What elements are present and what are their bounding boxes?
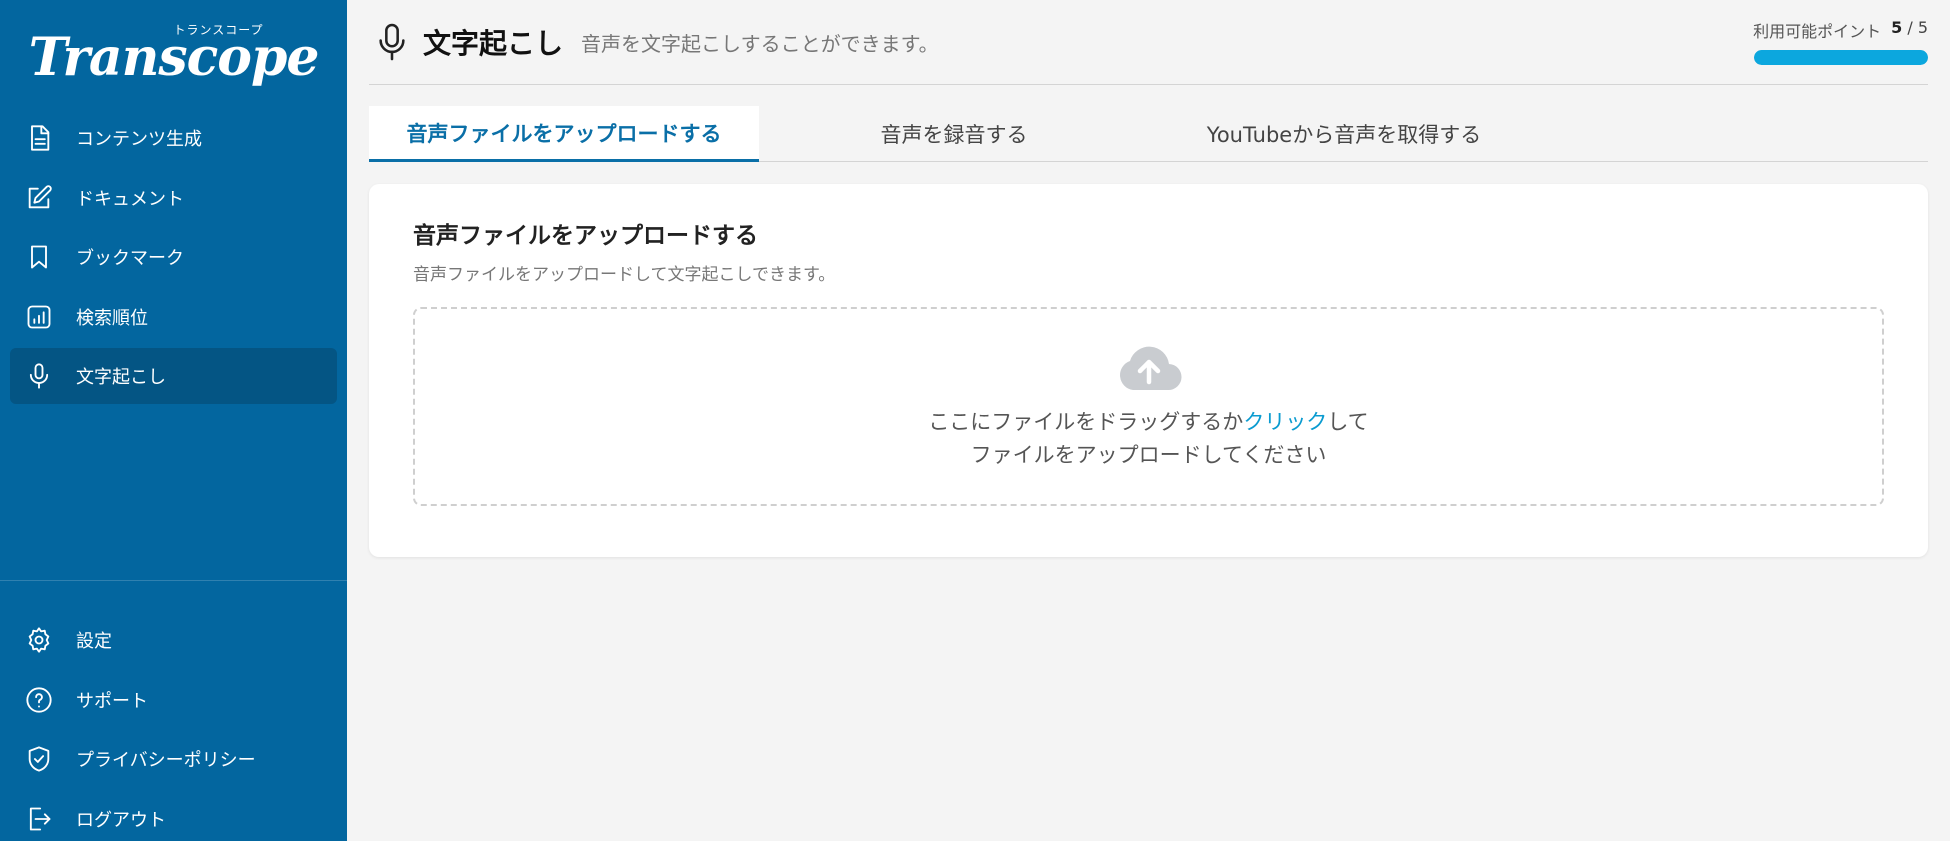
edit-icon <box>24 183 54 213</box>
dropzone-instructions: ここにファイルをドラッグするかクリックして ファイルをアップロードしてください <box>928 406 1368 471</box>
points-value: 5 / 5 <box>1891 18 1928 37</box>
sidebar-item-settings[interactable]: 設定 <box>10 612 337 668</box>
help-icon <box>24 685 54 715</box>
dropzone-text-after: して <box>1327 409 1369 434</box>
sidebar-bottom-nav: 設定 サポート プライバシーポリシー ログアウト <box>10 612 337 841</box>
sidebar-item-search-ranking[interactable]: 検索順位 <box>10 289 337 345</box>
sidebar-item-label: ブックマーク <box>76 248 184 269</box>
document-icon <box>24 123 54 153</box>
microphone-icon <box>375 22 409 62</box>
dropzone-text-before: ここにファイルをドラッグするか <box>928 409 1244 434</box>
sidebar-item-label: 検索順位 <box>76 307 148 329</box>
points-indicator: 利用可能ポイント 5 / 5 <box>1753 18 1928 65</box>
shield-icon <box>24 744 54 774</box>
points-total: 5 <box>1917 18 1928 37</box>
page-title: 文字起こし <box>423 27 564 60</box>
main-content: 文字起こし 音声を文字起こしすることができます。 利用可能ポイント 5 / 5 … <box>347 0 1950 841</box>
points-progress-fill <box>1754 50 1928 65</box>
logo[interactable]: トランスコープ Transcope <box>0 0 347 100</box>
upload-card: 音声ファイルをアップロードする 音声ファイルをアップロードして文字起こしできます… <box>369 184 1928 557</box>
sidebar-item-transcription[interactable]: 文字起こし <box>10 348 337 404</box>
tab-upload-audio-file[interactable]: 音声ファイルをアップロードする <box>369 106 759 162</box>
sidebar-nav: コンテンツ生成 ドキュメント ブックマーク 検索順位 文字起こし <box>0 100 347 404</box>
sidebar-item-bookmarks[interactable]: ブックマーク <box>10 229 337 285</box>
sidebar: トランスコープ Transcope コンテンツ生成 ドキュメント ブックマーク … <box>0 0 347 841</box>
bar-chart-icon <box>24 302 54 332</box>
sidebar-item-label: 設定 <box>76 631 112 652</box>
points-label: 利用可能ポイント <box>1753 22 1882 41</box>
sidebar-item-support[interactable]: サポート <box>10 672 337 728</box>
gear-icon <box>24 625 54 655</box>
card-description: 音声ファイルをアップロードして文字起こしできます。 <box>413 265 836 285</box>
file-dropzone[interactable]: ここにファイルをドラッグするかクリックして ファイルをアップロードしてください <box>413 307 1884 506</box>
page-header: 文字起こし 音声を文字起こしすることができます。 利用可能ポイント 5 / 5 <box>369 0 1928 85</box>
tab-youtube-audio[interactable]: YouTubeから音声を取得する <box>1149 106 1539 162</box>
microphone-icon <box>24 361 54 391</box>
sidebar-item-label: ドキュメント <box>76 188 184 210</box>
sidebar-item-content-generation[interactable]: コンテンツ生成 <box>10 110 337 166</box>
click-to-upload-link[interactable]: クリック <box>1243 410 1327 434</box>
logout-icon <box>24 804 54 834</box>
dropzone-text-line2: ファイルをアップロードしてください <box>970 442 1327 467</box>
logo-text: Transcope <box>28 26 320 88</box>
sidebar-item-label: ログアウト <box>76 809 166 831</box>
cloud-upload-icon <box>1116 342 1182 398</box>
sidebar-item-label: サポート <box>76 690 148 712</box>
card-title: 音声ファイルをアップロードする <box>413 223 758 249</box>
sidebar-item-label: 文字起こし <box>76 367 166 388</box>
points-progress-bar <box>1754 50 1928 65</box>
sidebar-divider <box>0 580 347 581</box>
sidebar-item-label: コンテンツ生成 <box>76 129 202 150</box>
tab-bar: 音声ファイルをアップロードする 音声を録音する YouTubeから音声を取得する <box>369 106 1928 162</box>
sidebar-item-documents[interactable]: ドキュメント <box>10 170 337 226</box>
page-subtitle: 音声を文字起こしすることができます。 <box>581 31 939 56</box>
sidebar-item-privacy-policy[interactable]: プライバシーポリシー <box>10 731 337 787</box>
points-current: 5 <box>1891 18 1903 37</box>
bookmark-icon <box>24 242 54 272</box>
tab-record-audio[interactable]: 音声を録音する <box>759 106 1149 162</box>
sidebar-item-label: プライバシーポリシー <box>76 750 256 771</box>
sidebar-item-logout[interactable]: ログアウト <box>10 791 337 841</box>
